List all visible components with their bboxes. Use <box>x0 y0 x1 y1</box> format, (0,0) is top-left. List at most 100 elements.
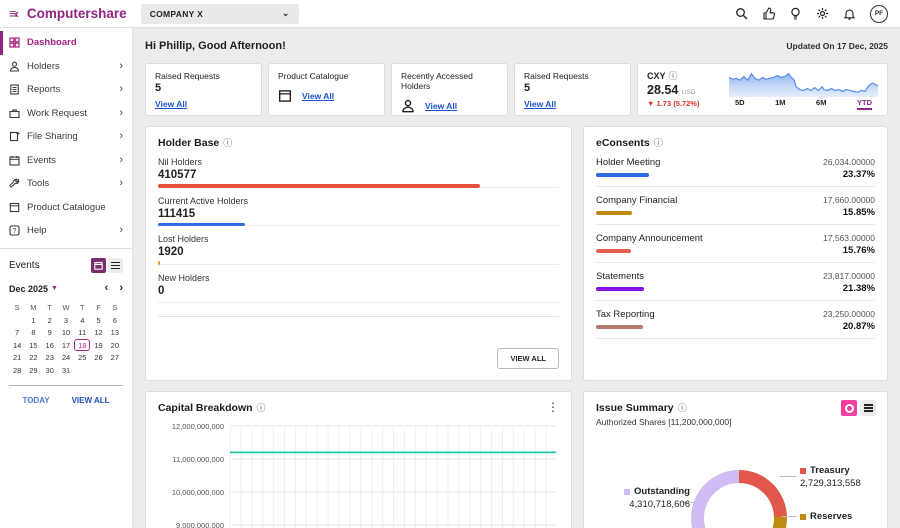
calendar-day[interactable]: 24 <box>58 352 74 365</box>
calendar-day[interactable]: 25 <box>74 352 90 365</box>
events-title: Events <box>9 260 40 271</box>
legend-marker <box>624 489 630 495</box>
calendar-day[interactable]: 8 <box>25 327 41 340</box>
econsent-value: 17,660.00000 <box>823 195 875 205</box>
econsent-bar <box>596 325 643 329</box>
calendar-day[interactable]: 16 <box>42 339 58 352</box>
top-bar: ≡‹ Computershare COMPANY X ⌄ PF <box>0 0 900 28</box>
donut-view-toggle[interactable] <box>841 400 857 416</box>
calendar-grid: SMTWTFS123456789101112131415161718192021… <box>9 302 123 377</box>
segment-value: 4,310,718,606 <box>598 499 690 510</box>
info-icon[interactable]: ⓘ <box>257 401 266 414</box>
month-label[interactable]: Dec 2025 <box>9 284 48 294</box>
calendar-day[interactable]: 21 <box>9 352 25 365</box>
sidebar-item-dashboard[interactable]: Dashboard <box>0 31 132 55</box>
sidebar-item-work-request[interactable]: Work Request› <box>0 102 132 126</box>
range-5d[interactable]: 5D <box>735 98 745 110</box>
calendar-icon <box>94 261 103 270</box>
table-view-toggle[interactable] <box>860 400 876 416</box>
calendar-day[interactable]: 10 <box>58 327 74 340</box>
calendar-day[interactable]: 14 <box>9 339 25 352</box>
legend-marker <box>800 514 806 520</box>
chevron-right-icon: › <box>119 225 123 236</box>
sidebar-item-product-catalogue[interactable]: Product Catalogue <box>0 196 132 220</box>
metric-bar <box>158 223 245 227</box>
treasury-label: Treasury 2,729,313,558 <box>800 465 861 489</box>
calendar-view-toggle[interactable] <box>91 258 106 273</box>
holder-base-view-all-button[interactable]: VIEW ALL <box>497 348 559 369</box>
next-month-icon[interactable]: › <box>119 283 123 294</box>
view-all-link[interactable]: View All <box>524 99 556 109</box>
calendar-day[interactable]: 22 <box>25 352 41 365</box>
search-icon[interactable] <box>735 7 748 20</box>
calendar-day[interactable]: 23 <box>42 352 58 365</box>
calendar-day[interactable]: 31 <box>58 364 74 377</box>
econsents-title: eConsents <box>596 137 650 149</box>
prev-month-icon[interactable]: ‹ <box>105 283 109 294</box>
range-6m[interactable]: 6M <box>816 98 826 110</box>
authorized-shares-subtitle: Authorized Shares [11,200,000,000] <box>596 417 875 427</box>
calendar-day[interactable]: 3 <box>58 314 74 327</box>
calendar-day <box>90 364 106 377</box>
calendar-day[interactable]: 9 <box>42 327 58 340</box>
calendar-day[interactable]: 28 <box>9 364 25 377</box>
calendar-day[interactable]: 5 <box>90 314 106 327</box>
divider <box>158 316 559 317</box>
calendar-day[interactable]: 19 <box>90 339 106 352</box>
stock-price-card: CXY ⓘ 28.54 USD ▼ 1.73 (5.72%) <box>637 63 888 116</box>
calendar-day[interactable]: 4 <box>74 314 90 327</box>
metric-bar <box>158 184 480 188</box>
lightbulb-icon[interactable] <box>789 7 802 20</box>
calendar-day[interactable]: 30 <box>42 364 58 377</box>
range-1m[interactable]: 1M <box>775 98 785 110</box>
avatar[interactable]: PF <box>870 5 888 23</box>
calendar-day[interactable]: 6 <box>107 314 123 327</box>
calendar-day[interactable]: 17 <box>58 339 74 352</box>
calendar-day[interactable]: 11 <box>74 327 90 340</box>
company-selector[interactable]: COMPANY X ⌄ <box>141 4 299 24</box>
svg-text:?: ? <box>13 228 17 235</box>
calendar-day[interactable]: 27 <box>107 352 123 365</box>
econsent-bar <box>596 173 649 177</box>
sidebar-item-tools[interactable]: Tools› <box>0 172 132 196</box>
issue-summary-title: Issue Summary <box>596 402 674 414</box>
info-icon[interactable]: ⓘ <box>654 136 663 149</box>
calendar-day[interactable]: 2 <box>42 314 58 327</box>
calendar-day[interactable]: 7 <box>9 327 25 340</box>
thumbs-up-icon[interactable] <box>762 7 775 20</box>
today-button[interactable]: TODAY <box>22 396 49 405</box>
sidebar-item-label: Help <box>27 225 47 236</box>
info-icon[interactable]: ⓘ <box>678 401 687 414</box>
view-all-link[interactable]: View All <box>425 101 457 111</box>
calendar-day[interactable]: 26 <box>90 352 106 365</box>
view-all-link[interactable]: View All <box>302 91 334 101</box>
sidebar-item-holders[interactable]: Holders› <box>0 55 132 79</box>
list-view-toggle[interactable] <box>108 258 123 273</box>
calendar-day[interactable]: 12 <box>90 327 106 340</box>
svg-text:10,000,000,000: 10,000,000,000 <box>172 488 224 497</box>
info-icon[interactable]: ⓘ <box>223 136 232 149</box>
range-ytd[interactable]: YTD <box>857 98 872 110</box>
view-all-link[interactable]: View All <box>155 99 187 109</box>
events-view-all-button[interactable]: VIEW ALL <box>72 396 110 405</box>
stock-change-value: 1.73 (5.72%) <box>657 99 700 108</box>
metric-value: 1920 <box>158 246 559 258</box>
sidebar-item-events[interactable]: Events› <box>0 149 132 173</box>
gear-icon[interactable] <box>816 7 829 20</box>
calendar-day[interactable]: 15 <box>25 339 41 352</box>
kebab-menu-icon[interactable]: ⋮ <box>547 401 559 413</box>
calendar-day[interactable]: 13 <box>107 327 123 340</box>
bell-icon[interactable] <box>843 7 856 20</box>
calendar-day-selected[interactable]: 18 <box>74 339 90 351</box>
down-arrow-icon: ▼ <box>647 99 654 108</box>
calendar-day[interactable]: 1 <box>25 314 41 327</box>
calendar-day[interactable]: 20 <box>107 339 123 352</box>
info-icon[interactable]: ⓘ <box>669 69 678 82</box>
sidebar-item-help[interactable]: ? Help › <box>0 219 132 243</box>
metric-label: Lost Holders <box>158 234 559 244</box>
econsent-label: Company Financial <box>596 195 677 206</box>
sidebar-collapse-icon[interactable]: ≡‹ <box>9 6 17 21</box>
sidebar-item-file-sharing[interactable]: File Sharing› <box>0 125 132 149</box>
calendar-day[interactable]: 29 <box>25 364 41 377</box>
sidebar-item-reports[interactable]: Reports› <box>0 78 132 102</box>
